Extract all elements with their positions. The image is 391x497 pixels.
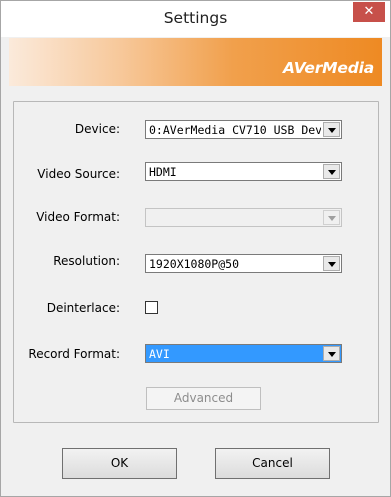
deinterlace-label: Deinterlace: [46,301,120,315]
chevron-down-icon[interactable] [323,210,340,225]
settings-window: Settings ✕ AVerMedia Device: 0:AVerMedia… [0,0,391,497]
chevron-down-icon[interactable] [323,256,340,271]
resolution-value: 1920X1080P@50 [149,257,240,271]
ok-button[interactable]: OK [62,448,177,479]
avermedia-logo: AVerMedia [283,59,374,77]
close-icon: ✕ [363,4,375,19]
video-format-label: Video Format: [36,210,120,224]
window-title: Settings [163,9,228,27]
device-label: Device: [74,122,120,136]
brand-banner: AVerMedia [9,38,382,86]
title-bar[interactable]: Settings ✕ [1,1,390,37]
close-button[interactable]: ✕ [353,2,385,22]
record-format-select[interactable]: AVI [145,344,342,363]
advanced-button[interactable]: Advanced [146,387,261,410]
device-value: 0:AVerMedia CV710 USB Device [149,123,321,137]
resolution-label: Resolution: [53,254,120,268]
chevron-down-icon[interactable] [323,346,340,361]
device-select[interactable]: 0:AVerMedia CV710 USB Device [145,120,342,139]
chevron-down-icon[interactable] [323,164,340,179]
chevron-down-icon[interactable] [323,122,340,137]
video-source-value: HDMI [149,165,177,179]
record-format-value: AVI [149,347,170,361]
deinterlace-checkbox[interactable] [145,301,158,314]
cancel-button[interactable]: Cancel [215,448,330,479]
video-source-select[interactable]: HDMI [145,162,342,181]
resolution-select[interactable]: 1920X1080P@50 [145,254,342,273]
record-format-label: Record Format: [28,347,120,361]
video-source-label: Video Source: [37,167,120,181]
video-format-select[interactable] [145,208,342,227]
